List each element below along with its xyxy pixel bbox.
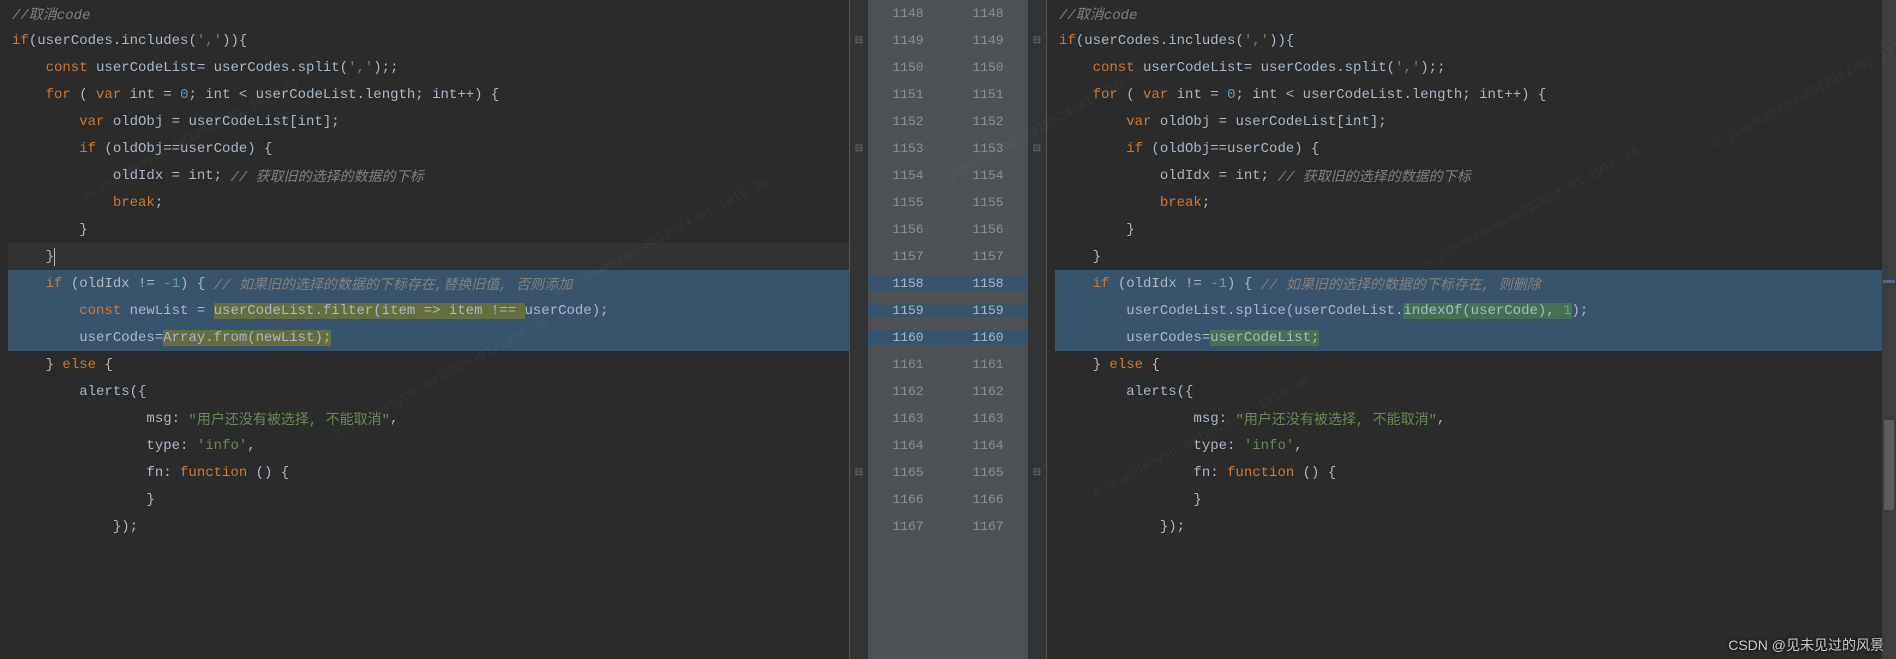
code-line[interactable]: type: 'info', (1055, 432, 1896, 459)
line-number-right[interactable]: 1148 (948, 6, 1028, 21)
code-line[interactable]: const userCodeList= userCodes.split(',')… (8, 54, 849, 81)
right-code[interactable]: //取消code if(userCodes.includes(',')){ co… (1047, 0, 1896, 540)
comment: //取消code (12, 4, 90, 24)
code-line[interactable]: } (8, 216, 849, 243)
code-line[interactable]: for ( var int = 0; int < userCodeList.le… (8, 81, 849, 108)
code-line[interactable]: msg: "用户还没有被选择, 不能取消", (1055, 405, 1896, 432)
code-line[interactable]: if(userCodes.includes(',')){ (1055, 27, 1896, 54)
code-line-changed[interactable]: userCodeList.splice(userCodeList.indexOf… (1055, 297, 1896, 324)
diff-marker[interactable] (1883, 280, 1895, 283)
text-cursor (54, 248, 55, 266)
code-line[interactable]: var oldObj = userCodeList[int]; (1055, 108, 1896, 135)
code-line[interactable]: var oldObj = userCodeList[int]; (8, 108, 849, 135)
right-editor-pane[interactable]: //取消code if(userCodes.includes(',')){ co… (1046, 0, 1896, 659)
code-line[interactable]: //取消code (1055, 0, 1896, 27)
code-line[interactable]: } else { (8, 351, 849, 378)
code-line[interactable]: if(userCodes.includes(',')){ (8, 27, 849, 54)
code-line[interactable]: } (1055, 216, 1896, 243)
code-line[interactable]: fn: function () { (8, 459, 849, 486)
fold-icon[interactable]: ⊟ (1033, 143, 1041, 155)
code-line[interactable]: alerts({ (1055, 378, 1896, 405)
attribution-label: CSDN @见未见过的风景 (1728, 635, 1884, 655)
left-editor-pane[interactable]: //取消code if(userCodes.includes(',')){ co… (0, 0, 850, 659)
code-line[interactable]: break; (8, 189, 849, 216)
right-fold-gutter: ⊟ ⊟ ⊟ (1028, 0, 1046, 659)
code-line[interactable]: type: 'info', (8, 432, 849, 459)
code-line-changed[interactable]: if (oldIdx != -1) { // 如果旧的选择的数据的下标存在,替换… (8, 270, 849, 297)
code-line-changed[interactable]: const newList = userCodeList.filter(item… (8, 297, 849, 324)
code-line[interactable]: if (oldObj==userCode) { (1055, 135, 1896, 162)
code-line[interactable]: }); (8, 513, 849, 540)
fold-icon[interactable]: ⊟ (1033, 35, 1041, 47)
left-fold-gutter: ⊟ ⊟ ⊟ (850, 0, 868, 659)
code-line-changed[interactable]: if (oldIdx != -1) { // 如果旧的选择的数据的下标存在, 则… (1055, 270, 1896, 297)
code-line[interactable]: msg: "用户还没有被选择, 不能取消", (8, 405, 849, 432)
code-line[interactable]: break; (1055, 189, 1896, 216)
scrollbar-thumb[interactable] (1884, 420, 1894, 510)
line-number-left[interactable]: 1148 (868, 6, 948, 21)
code-line-changed[interactable]: userCodes=userCodeList; (1055, 324, 1896, 351)
code-line[interactable]: //取消code (8, 0, 849, 27)
code-line-cursor[interactable]: } (8, 243, 849, 270)
line-number-gutter: 11481148 11491149 11501150 11511151 1152… (868, 0, 1028, 659)
code-line[interactable]: fn: function () { (1055, 459, 1896, 486)
fold-icon[interactable]: ⊟ (855, 35, 863, 47)
code-line[interactable]: alerts({ (8, 378, 849, 405)
code-line[interactable]: const userCodeList= userCodes.split(',')… (1055, 54, 1896, 81)
left-code[interactable]: //取消code if(userCodes.includes(',')){ co… (0, 0, 849, 540)
fold-icon[interactable]: ⊟ (855, 467, 863, 479)
code-line[interactable]: for ( var int = 0; int < userCodeList.le… (1055, 81, 1896, 108)
diff-view: //取消code if(userCodes.includes(',')){ co… (0, 0, 1896, 659)
fold-icon[interactable]: ⊟ (1033, 467, 1041, 479)
code-line-changed[interactable]: userCodes=Array.from(newList); (8, 324, 849, 351)
code-line[interactable]: }); (1055, 513, 1896, 540)
code-line[interactable]: } (1055, 486, 1896, 513)
code-line[interactable]: oldIdx = int; // 获取旧的选择的数据的下标 (8, 162, 849, 189)
code-line[interactable]: } else { (1055, 351, 1896, 378)
fold-icon[interactable]: ⊟ (855, 143, 863, 155)
code-line[interactable]: } (1055, 243, 1896, 270)
code-line[interactable]: if (oldObj==userCode) { (8, 135, 849, 162)
code-line[interactable]: } (8, 486, 849, 513)
code-line[interactable]: oldIdx = int; // 获取旧的选择的数据的下标 (1055, 162, 1896, 189)
vertical-scrollbar[interactable] (1882, 0, 1896, 659)
